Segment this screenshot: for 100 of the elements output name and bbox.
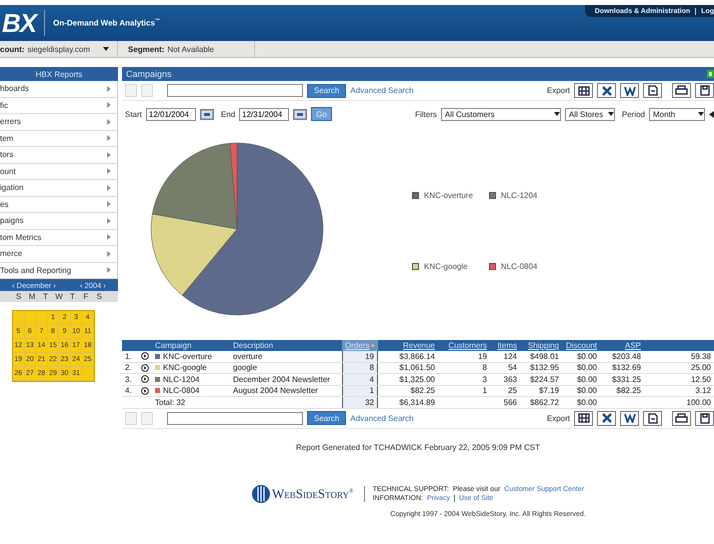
sidebar-item[interactable]: ount (0, 164, 118, 180)
panel-title: Campaigns (126, 69, 172, 79)
logo: BX (2, 10, 46, 36)
export-button[interactable] (597, 410, 616, 426)
table-cell-text: 363 (502, 374, 518, 384)
weekday-label: T (68, 292, 76, 301)
filter-select[interactable]: All Customers (440, 108, 561, 120)
sidebar-item[interactable]: errers (0, 114, 118, 130)
zigzag-icon (624, 86, 636, 96)
advanced-search-link[interactable]: Advanced Search (350, 414, 414, 422)
table-cell-text: 54 (507, 362, 518, 373)
cross-icon (600, 413, 612, 423)
chevron-icon (107, 102, 111, 108)
table-cell-text: 25.00 (690, 362, 712, 373)
column-header[interactable]: ASP (600, 340, 644, 351)
play-icon[interactable] (141, 386, 149, 395)
row-number: 4. (124, 386, 133, 396)
campaign-cell: NLC-0804 (163, 386, 200, 396)
calendar-cell (24, 311, 36, 325)
table-cell-text: $132.95 (529, 362, 560, 373)
export-button[interactable] (643, 410, 662, 426)
save-icon (700, 412, 710, 424)
globe-logo-icon (252, 484, 270, 502)
sidebar-item[interactable]: paigns (0, 213, 118, 230)
export-button[interactable] (597, 83, 616, 98)
tagline: On-Demand Web Analytics$^{™}$ (53, 18, 160, 28)
sidebar-title: HBX Reports (0, 67, 118, 81)
sidebar-item[interactable]: merce (0, 246, 118, 262)
sidebar-item[interactable]: igation (0, 180, 118, 196)
column-header[interactable]: Discount (562, 340, 600, 351)
search-button[interactable]: Search (307, 411, 346, 425)
export-button[interactable] (574, 83, 593, 98)
table-cell-text: 124 (502, 351, 518, 362)
export-button[interactable] (672, 410, 691, 426)
table-cell-text: $498.01 (529, 351, 560, 362)
calendar-button[interactable] (200, 108, 214, 120)
weekday-label: M (28, 292, 36, 301)
printer-icon (675, 85, 688, 96)
calendar-button[interactable] (293, 108, 308, 120)
table-cell: 19 (342, 351, 378, 362)
sidebar-item[interactable]: hboards (0, 81, 118, 98)
sidebar-item[interactable]: es (0, 196, 118, 213)
advanced-search-link[interactable]: Advanced Search (350, 86, 414, 95)
export-button[interactable] (620, 83, 639, 98)
row-number: 2. (124, 362, 133, 373)
table-cell-text: $0.00 (576, 374, 598, 384)
period-select[interactable]: Month (649, 108, 705, 120)
segment-value: Not Available (167, 44, 214, 54)
column-header[interactable]: Items (490, 340, 520, 351)
table-cell-text: $0.00 (576, 351, 598, 362)
table-cell-text: 59.38 (690, 351, 712, 362)
account-value[interactable]: siegeldisplay.com (27, 44, 90, 54)
sidebar-item[interactable]: fic (0, 98, 118, 114)
row-number: 3. (124, 374, 133, 384)
account-label: count: (0, 44, 24, 54)
export-button[interactable] (672, 83, 691, 98)
export-button[interactable] (620, 410, 639, 426)
search-field[interactable] (167, 84, 303, 97)
sidebar-item[interactable]: tem (0, 130, 118, 147)
sidebar-item[interactable]: tom Metrics (0, 230, 118, 246)
column-header[interactable]: Customers (438, 340, 490, 351)
chevron-icon (107, 168, 111, 174)
table-cell-text: $0.00 (576, 386, 598, 396)
caret-icon (608, 112, 614, 116)
chevron-icon (107, 118, 111, 125)
end-label: End (220, 110, 236, 118)
table-cell-text: 3.12 (694, 386, 712, 396)
play-icon[interactable] (141, 364, 149, 372)
table-cell-text: December 2004 Newsletter (232, 374, 331, 384)
total-cell-text: $0.00 (576, 397, 598, 408)
campaign-cell: NLC-1204 (163, 374, 200, 384)
calendar-cell (13, 311, 25, 325)
previous-arrow-icon[interactable] (709, 110, 714, 118)
table-cell-text: $132.69 (611, 362, 642, 373)
play-icon[interactable] (141, 352, 149, 360)
search-field[interactable] (167, 412, 303, 424)
chevron-icon (107, 234, 111, 240)
export-button[interactable] (574, 410, 593, 426)
export-button[interactable] (695, 410, 714, 426)
column-header[interactable]: Revenue (378, 340, 438, 351)
column-header[interactable]: Shipping (520, 340, 562, 351)
chevron-icon (107, 86, 111, 92)
caret-icon (102, 47, 109, 51)
total-cell-text: Total: 32 (154, 397, 186, 408)
calendar-cell (36, 311, 48, 325)
search-button[interactable]: Search (307, 84, 346, 98)
table-cell: 8 (342, 362, 378, 373)
weekday-label: T (42, 292, 49, 301)
export-button[interactable] (643, 83, 662, 98)
play-icon[interactable] (141, 375, 149, 384)
filter-select[interactable]: All Stores (564, 108, 615, 120)
end-date-field[interactable]: 12/31/2004 (239, 108, 290, 120)
table-cell-text: 1 (482, 386, 488, 396)
table-icon (578, 413, 590, 423)
table-cell-text: 25 (507, 386, 518, 396)
brand-name: WebSideStory$^{®}$ (272, 486, 354, 502)
start-date-field[interactable]: 12/01/2004 (146, 108, 196, 120)
sidebar-item[interactable]: tors (0, 147, 118, 164)
table-cell-text: August 2004 Newsletter (232, 386, 319, 396)
export-button[interactable] (695, 83, 714, 98)
